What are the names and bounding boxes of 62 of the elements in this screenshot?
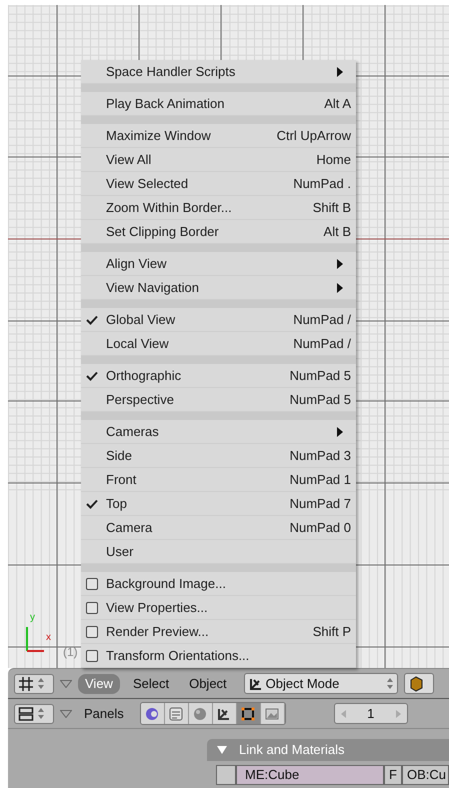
axis-label: x [46,633,51,643]
bounding-box-icon [241,706,256,720]
menu-tab[interactable]: View [78,674,120,694]
up-down-arrows-icon [386,678,393,689]
grid-icon [18,676,34,692]
editor-type-button[interactable] [14,674,54,694]
cube-icon [408,676,424,692]
right-arrow-icon [396,710,401,718]
menu-tab[interactable]: Object [182,674,234,694]
checkbox[interactable] [86,602,98,614]
menu-item[interactable]: Front NumPad 1 [81,468,356,492]
scene-tab[interactable] [260,703,285,724]
cube-button[interactable] [404,673,434,694]
menu-item[interactable]: Align View [81,252,356,276]
scripts-tab[interactable] [140,703,165,724]
menu-item[interactable]: Transform Orientations... [81,644,356,668]
mesh-name-field[interactable]: ME:Cube [236,765,384,785]
checkbox[interactable] [86,578,98,590]
up-down-arrows-icon [38,708,44,719]
fake-user-button[interactable]: F [384,765,402,785]
editing-tab[interactable] [236,703,261,724]
submenu-arrow-icon [337,282,343,292]
menu-item[interactable]: Camera NumPad 0 [81,516,356,540]
submenu-arrow-icon [337,426,343,436]
submenu-arrow-icon [337,66,343,76]
object-tab[interactable] [212,703,237,724]
sphere-icon [145,706,160,720]
menu-item[interactable]: Side NumPad 3 [81,444,356,468]
logic-tab[interactable] [164,703,189,724]
submenu-arrow-icon [337,258,343,268]
ball-icon [193,706,208,720]
axis-label: y [30,613,35,623]
object-name-field[interactable]: OB:Cu [402,765,449,785]
menu-item[interactable]: Global View NumPad / [81,308,356,332]
checkbox[interactable] [86,650,98,662]
stacked-panels-icon [18,706,34,722]
menu-item[interactable]: View All Home [81,148,356,172]
menu-item[interactable]: Background Image... [81,572,356,596]
menu-tab[interactable]: Select [126,674,176,694]
menu-item[interactable]: Orthographic NumPad 5 [81,364,356,388]
menu-item[interactable]: Cameras [81,420,356,444]
window-type-button[interactable] [14,704,54,724]
link-button[interactable] [216,765,236,785]
frame-number-field[interactable]: 1 [334,703,408,724]
axes-icon [248,676,263,690]
image-icon [265,706,280,720]
left-arrow-icon [340,710,346,718]
menu-item[interactable]: Maximize Window Ctrl UpArrow [81,124,356,148]
checkbox[interactable] [86,626,98,638]
up-down-arrows-icon [38,678,44,689]
frame-label: (1) [63,646,78,658]
menu-item[interactable]: Zoom Within Border... Shift B [81,196,356,220]
menu-item[interactable]: Render Preview... Shift P [81,620,356,644]
axes-icon [217,706,232,720]
menu-item[interactable]: Top NumPad 7 [81,492,356,516]
panels-label: Panels [84,704,124,723]
menu-item[interactable]: View Properties... [81,596,356,620]
menu-item[interactable]: View Selected NumPad . [81,172,356,196]
panel-title: Link and Materials [239,741,344,760]
expand-triangle-icon[interactable] [217,746,227,754]
mode-dropdown[interactable]: Object Mode [244,673,398,694]
list-icon [169,706,184,720]
